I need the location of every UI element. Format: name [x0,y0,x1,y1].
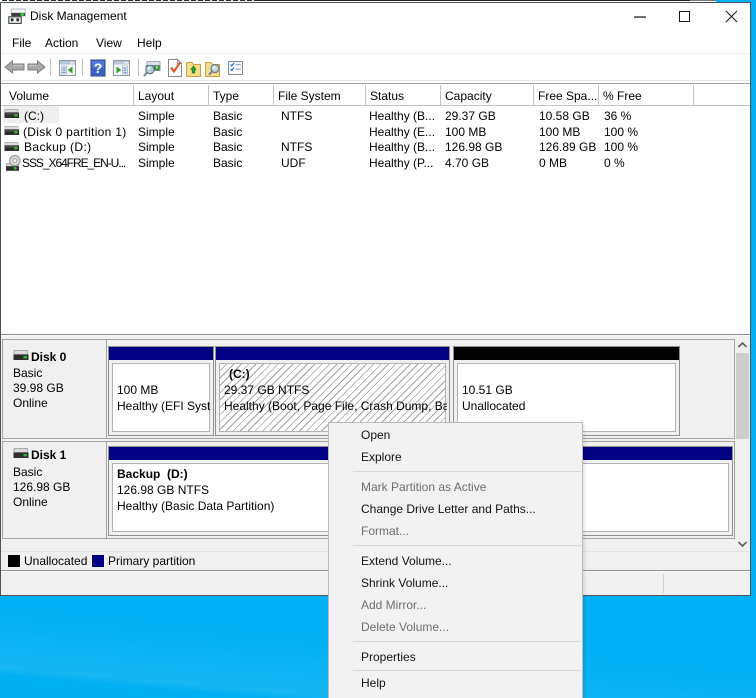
svg-text:?: ? [94,60,103,76]
